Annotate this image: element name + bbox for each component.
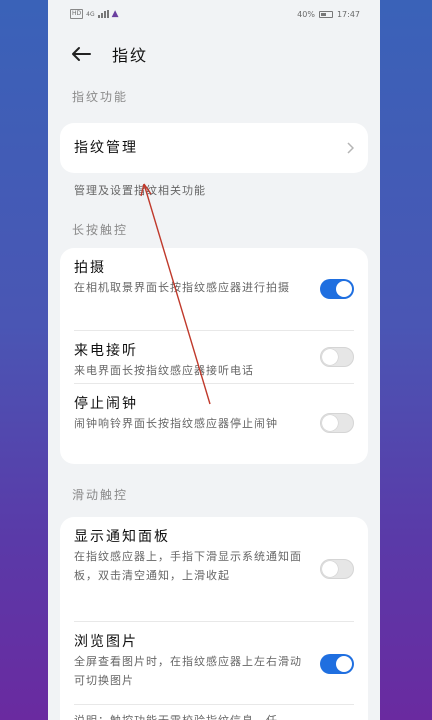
browse-photos-toggle[interactable] (320, 654, 354, 674)
long-press-item-answer-call[interactable]: 来电接听 来电界面长按指纹感应器接听电话 (60, 331, 368, 383)
item-description: 全屏查看图片时，在指纹感应器上左右滑动可切换图片 (74, 655, 302, 687)
notification-panel-toggle[interactable] (320, 559, 354, 579)
settings-screen: HD 4G ▲ 40% 17:47 指纹 指纹功能 指纹管理 管理及设置指纹相关… (48, 0, 380, 720)
item-title: 来电接听 (74, 343, 138, 359)
page-title: 指纹 (112, 46, 149, 65)
title-bar: 指纹 (48, 28, 380, 80)
answer-call-toggle[interactable] (320, 347, 354, 367)
back-button[interactable] (68, 41, 94, 67)
long-press-card: 拍摄 在相机取景界面长按指纹感应器进行拍摄 来电接听 来电界面长按指纹感应器接听… (60, 248, 368, 464)
capture-toggle[interactable] (320, 279, 354, 299)
item-title: 浏览图片 (74, 634, 138, 650)
swipe-item-browse-photos[interactable]: 浏览图片 全屏查看图片时，在指纹感应器上左右滑动可切换图片 (60, 622, 368, 704)
item-title: 显示通知面板 (74, 529, 170, 545)
clock: 17:47 (336, 9, 360, 19)
long-press-item-capture[interactable]: 拍摄 在相机取景界面长按指纹感应器进行拍摄 (60, 248, 368, 330)
long-press-item-stop-alarm[interactable]: 停止闹钟 闹钟响铃界面长按指纹感应器停止闹钟 (60, 384, 368, 464)
item-description: 来电界面长按指纹感应器接听电话 (74, 364, 254, 377)
swipe-item-notification-panel[interactable]: 显示通知面板 在指纹感应器上，手指下滑显示系统通知面板，双击清空通知，上滑收起 (60, 517, 368, 621)
section-heading-swipe: 滑动触控 (72, 488, 129, 502)
app-notification-icon: ▲ (111, 9, 119, 19)
item-description: 闹钟响铃界面长按指纹感应器停止闹钟 (74, 417, 278, 430)
stop-alarm-toggle[interactable] (320, 413, 354, 433)
fingerprint-management-label: 指纹管理 (74, 140, 138, 156)
section-heading-fingerprint: 指纹功能 (72, 90, 129, 104)
back-arrow-icon (72, 47, 91, 61)
item-description: 在相机取景界面长按指纹感应器进行拍摄 (74, 281, 290, 294)
chevron-right-icon (347, 142, 354, 154)
item-title: 停止闹钟 (74, 396, 138, 412)
signal-icon (97, 10, 109, 18)
fingerprint-management-item[interactable]: 指纹管理 (60, 123, 368, 173)
network-generation: 4G (86, 10, 95, 18)
item-title: 拍摄 (74, 260, 106, 276)
fingerprint-management-card: 指纹管理 (60, 123, 368, 173)
battery-percent: 40% (297, 9, 315, 19)
swipe-footer-note: 说明：触控功能无需校验指纹信息，任 (60, 705, 368, 720)
section-heading-long-press: 长按触控 (72, 223, 129, 237)
status-bar: HD 4G ▲ 40% 17:47 (48, 0, 380, 28)
network-tag: HD (70, 9, 84, 19)
swipe-card: 显示通知面板 在指纹感应器上，手指下滑显示系统通知面板，双击清空通知，上滑收起 … (60, 517, 368, 720)
item-description: 在指纹感应器上，手指下滑显示系统通知面板，双击清空通知，上滑收起 (74, 550, 302, 582)
fingerprint-management-note: 管理及设置指纹相关功能 (74, 184, 206, 197)
battery-icon (318, 10, 333, 18)
